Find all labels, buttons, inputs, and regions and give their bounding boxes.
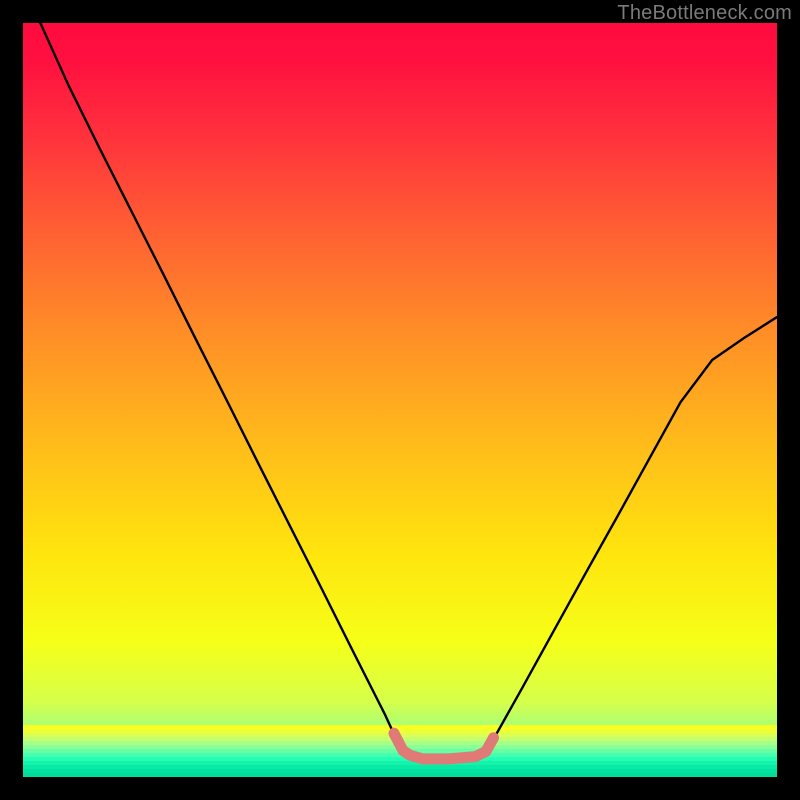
bottleneck-curve-path (23, 23, 777, 759)
chart-stage: TheBottleneck.com (0, 0, 800, 800)
plot-area (23, 23, 777, 777)
watermark-text: TheBottleneck.com (617, 2, 792, 25)
sweet-spot-highlight-path (394, 733, 494, 759)
curve-layer (23, 23, 777, 777)
